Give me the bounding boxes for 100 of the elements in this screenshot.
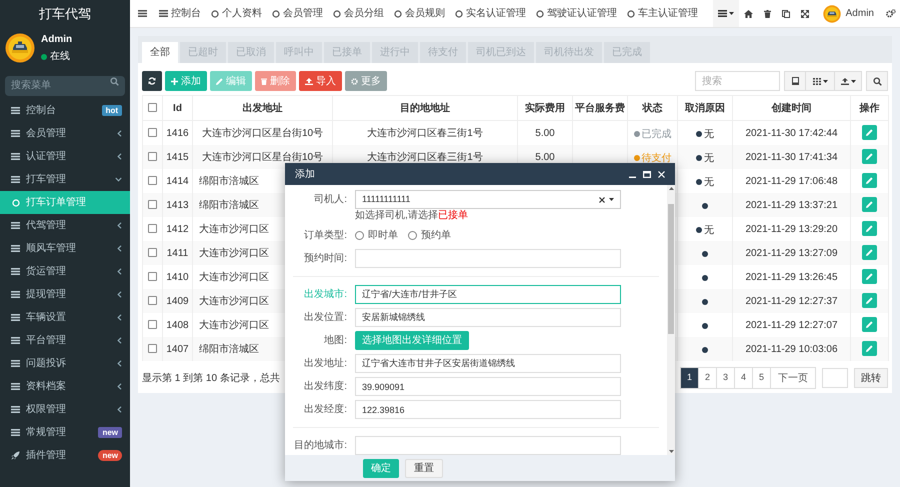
trash-icon[interactable]	[764, 10, 771, 18]
clear-icon[interactable]	[599, 196, 605, 202]
edit-button[interactable]	[862, 149, 877, 164]
text-field[interactable]: 辽宁省大连市甘井子区安居街道锦绣线	[355, 354, 621, 373]
circle-icon	[536, 10, 544, 18]
list-icon	[11, 130, 20, 137]
edit-button[interactable]	[862, 221, 877, 236]
refresh-button[interactable]	[142, 71, 162, 91]
menu-item[interactable]: 代驾管理	[0, 214, 130, 237]
menu-item[interactable]: 提现管理	[0, 283, 130, 306]
radio-option[interactable]: 即时单	[355, 228, 398, 243]
menu-item[interactable]: 常规管理 new	[0, 421, 130, 444]
checkbox[interactable]	[148, 128, 157, 138]
page-button[interactable]: 1	[681, 368, 699, 388]
table-cell: 大连市沙河口区春三街1号	[367, 152, 483, 162]
circle-icon	[272, 10, 280, 18]
import-button[interactable]: 导入	[299, 71, 342, 91]
column-header: 状态	[642, 102, 662, 114]
edit-button[interactable]	[862, 317, 877, 332]
checkbox[interactable]	[148, 224, 157, 234]
nav-tab[interactable]: 会员管理	[267, 0, 328, 27]
nav-tab[interactable]: 会员规则	[389, 0, 450, 27]
text-field[interactable]: 39.909091	[355, 377, 621, 396]
search-button[interactable]	[866, 71, 888, 91]
menu-item[interactable]: 货运管理	[0, 260, 130, 283]
scrollbar[interactable]	[667, 185, 675, 455]
checkbox[interactable]	[148, 320, 157, 330]
scroll-thumb[interactable]	[668, 204, 674, 334]
nav-tab[interactable]: 会员分组	[328, 0, 389, 27]
checkbox[interactable]	[148, 176, 157, 186]
menu-item[interactable]: 会员管理	[0, 122, 130, 145]
menu-item[interactable]: 权限管理	[0, 398, 130, 421]
column-header: 实际费用	[525, 102, 565, 114]
edit-button[interactable]	[862, 269, 877, 284]
text-field[interactable]	[355, 436, 621, 455]
reset-button[interactable]: 重置	[405, 458, 443, 478]
nav-tab[interactable]: 车主认证管理	[622, 0, 703, 27]
checkbox[interactable]	[148, 200, 157, 210]
search-field[interactable]: 搜索	[695, 71, 780, 91]
search-field[interactable]: 搜索菜单	[5, 76, 125, 96]
table-cell: 1415	[166, 152, 189, 162]
pencil-icon	[866, 321, 873, 328]
menu-item[interactable]: 资料档案	[0, 375, 130, 398]
settings-icon[interactable]	[886, 9, 896, 18]
menu-item[interactable]: 平台管理	[0, 329, 130, 352]
text-field[interactable]: 122.39816	[355, 400, 621, 419]
checkbox[interactable]	[148, 272, 157, 282]
column-header: 出发地址	[242, 102, 282, 114]
edit-button[interactable]	[862, 293, 877, 308]
status-label: 待支付	[642, 152, 672, 166]
driver-select[interactable]: 11111111111	[355, 190, 621, 209]
checkbox[interactable]	[148, 248, 157, 258]
menu-item[interactable]: 控制台 hot	[0, 99, 130, 122]
close-icon[interactable]	[658, 170, 665, 178]
columns-button[interactable]	[806, 71, 834, 91]
checkbox[interactable]	[148, 344, 157, 354]
cancel-reason: 无	[704, 176, 714, 190]
checkbox[interactable]	[148, 103, 157, 112]
pencil-icon	[866, 273, 873, 280]
menu-icon[interactable]	[138, 10, 146, 17]
edit-button[interactable]	[862, 173, 877, 188]
fullscreen-icon[interactable]	[801, 10, 810, 18]
maximize-icon[interactable]	[643, 170, 651, 178]
text-field[interactable]	[355, 249, 621, 268]
user-status: 在线	[50, 50, 70, 64]
list-icon	[11, 107, 20, 114]
record-summary: 显示第 1 到第 10 条记录，总共	[142, 372, 280, 386]
jump-button[interactable]: 跳转	[854, 368, 888, 388]
checkbox[interactable]	[148, 296, 157, 306]
radio-option[interactable]: 预约单	[408, 228, 451, 243]
menu-item[interactable]: 打车管理	[0, 168, 130, 191]
nav-tab[interactable]: 控制台	[154, 0, 206, 27]
list-icon	[11, 176, 20, 183]
menu-item[interactable]: 认证管理	[0, 145, 130, 168]
copy-icon[interactable]	[782, 10, 790, 18]
checkbox[interactable]	[148, 152, 157, 162]
text-field[interactable]: 安居新城锦绣线	[355, 308, 621, 327]
user-menu[interactable]: Admin	[814, 0, 882, 27]
search-icon[interactable]	[110, 77, 119, 86]
toggle-view-button[interactable]	[784, 71, 806, 91]
scroll-up-icon[interactable]	[668, 187, 674, 190]
scroll-down-icon[interactable]	[668, 450, 674, 453]
menu-item[interactable]: 插件管理 new	[0, 444, 130, 467]
nav-tab[interactable]: 实名认证管理	[450, 0, 531, 27]
nav-tab[interactable]: 驾驶证认证管理	[531, 0, 622, 27]
export-button[interactable]	[834, 71, 862, 91]
menu-item[interactable]: 顺风车管理	[0, 237, 130, 260]
text-field[interactable]: 辽宁省/大连市/甘井子区	[355, 285, 621, 304]
nav-tab[interactable]: 个人资料	[206, 0, 267, 27]
page-number-field[interactable]	[822, 368, 848, 388]
edit-button[interactable]	[862, 245, 877, 260]
menu-item[interactable]: 问题投诉	[0, 352, 130, 375]
list-dropdown[interactable]	[712, 0, 739, 27]
edit-button[interactable]	[862, 197, 877, 212]
caret-icon	[728, 12, 734, 15]
status-tab[interactable]: 全部	[142, 42, 178, 63]
home-icon[interactable]	[744, 10, 753, 18]
edit-button[interactable]	[862, 125, 877, 140]
edit-button[interactable]	[862, 341, 877, 356]
menu-item[interactable]: 车辆设置	[0, 306, 130, 329]
